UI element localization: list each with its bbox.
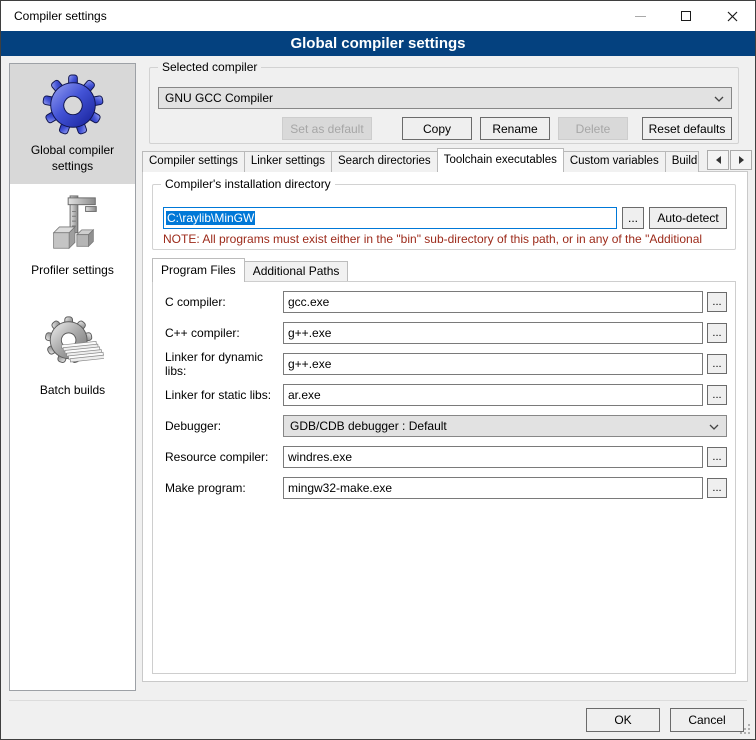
field-label: Make program: — [165, 481, 283, 495]
rename-button[interactable]: Rename — [480, 117, 550, 140]
set-as-default-button[interactable]: Set as default — [282, 117, 372, 140]
arrow-right-icon — [739, 156, 744, 164]
field-row-debugger: Debugger: GDB/CDB debugger : Default — [165, 415, 727, 437]
settings-category-list: Global compiler settings — [9, 63, 136, 691]
tab-additional-paths[interactable]: Additional Paths — [244, 261, 349, 282]
browse-resource-compiler-button[interactable]: ... — [707, 447, 727, 467]
compiler-select-value: GNU GCC Compiler — [165, 91, 273, 105]
field-row-cpp-compiler: C++ compiler: ... — [165, 322, 727, 344]
browse-cpp-compiler-button[interactable]: ... — [707, 323, 727, 343]
settings-tabbar: Compiler settings Linker settings Search… — [142, 148, 708, 172]
debugger-select[interactable]: GDB/CDB debugger : Default — [283, 415, 727, 437]
sidebar-item-profiler-settings[interactable]: Profiler settings — [10, 184, 135, 304]
chevron-down-icon — [714, 96, 724, 102]
debugger-select-value: GDB/CDB debugger : Default — [290, 419, 447, 433]
tab-linker-settings[interactable]: Linker settings — [244, 151, 332, 172]
dialog-header-title: Global compiler settings — [1, 31, 755, 56]
auto-detect-button[interactable]: Auto-detect — [649, 207, 727, 229]
close-button[interactable] — [709, 1, 755, 31]
tab-program-files[interactable]: Program Files — [152, 258, 245, 282]
ok-button[interactable]: OK — [586, 708, 660, 732]
tab-scroll-left-button[interactable] — [707, 150, 729, 170]
browse-linker-static-button[interactable]: ... — [707, 385, 727, 405]
program-files-page: C compiler: ... C++ compiler: ... Linker… — [152, 281, 736, 674]
tab-scroll-buttons — [707, 150, 752, 170]
maximize-icon — [681, 11, 691, 21]
field-label: Linker for dynamic libs: — [165, 350, 283, 378]
arrow-left-icon — [716, 156, 721, 164]
reset-defaults-button[interactable]: Reset defaults — [642, 117, 732, 140]
cpp-compiler-input[interactable] — [283, 322, 703, 344]
tab-toolchain-executables[interactable]: Toolchain executables — [437, 148, 564, 172]
compiler-settings-dialog: Compiler settings Global compiler settin… — [0, 0, 756, 740]
compiler-select[interactable]: GNU GCC Compiler — [158, 87, 732, 109]
field-row-c-compiler: C compiler: ... — [165, 291, 727, 313]
minimize-button[interactable] — [617, 1, 663, 31]
field-label: Debugger: — [165, 419, 283, 433]
sidebar-item-label: Global compiler settings — [10, 143, 135, 174]
delete-button[interactable]: Delete — [558, 117, 628, 140]
field-row-linker-static: Linker for static libs: ... — [165, 384, 727, 406]
tab-scroll-right-button[interactable] — [730, 150, 752, 170]
bin-subdirectory-note: NOTE: All programs must exist either in … — [163, 232, 733, 246]
sidebar-item-label: Profiler settings — [25, 263, 120, 279]
sidebar-item-global-compiler-settings[interactable]: Global compiler settings — [10, 64, 135, 184]
installation-directory-value: C:\raylib\MinGW — [166, 211, 255, 225]
footer-separator — [9, 700, 747, 701]
close-icon — [727, 11, 738, 22]
linker-static-input[interactable] — [283, 384, 703, 406]
window-title: Compiler settings — [14, 9, 107, 23]
make-program-input[interactable] — [283, 477, 703, 499]
field-row-linker-dynamic: Linker for dynamic libs: ... — [165, 353, 727, 375]
tab-build-options[interactable]: Build options — [665, 151, 699, 172]
field-label: C compiler: — [165, 295, 283, 309]
cancel-button[interactable]: Cancel — [670, 708, 744, 732]
titlebar: Compiler settings — [1, 1, 755, 31]
resize-grip[interactable] — [740, 724, 752, 736]
field-label: Resource compiler: — [165, 450, 283, 464]
resource-compiler-input[interactable] — [283, 446, 703, 468]
tab-custom-variables[interactable]: Custom variables — [563, 151, 666, 172]
caliper-icon — [42, 194, 104, 256]
tab-search-directories[interactable]: Search directories — [331, 151, 438, 172]
maximize-button[interactable] — [663, 1, 709, 31]
c-compiler-input[interactable] — [283, 291, 703, 313]
copy-button[interactable]: Copy — [402, 117, 472, 140]
installation-directory-group: Compiler's installation directory C:\ray… — [152, 184, 736, 250]
browse-c-compiler-button[interactable]: ... — [707, 292, 727, 312]
sidebar-item-batch-builds[interactable]: Batch builds — [10, 304, 135, 424]
field-row-resource-compiler: Resource compiler: ... — [165, 446, 727, 468]
selected-compiler-group: Selected compiler GNU GCC Compiler Set a… — [149, 67, 739, 144]
field-label: Linker for static libs: — [165, 388, 283, 402]
linker-dynamic-input[interactable] — [283, 353, 703, 375]
group-legend: Selected compiler — [158, 60, 261, 74]
program-files-tabbar: Program Files Additional Paths — [152, 258, 348, 282]
browse-make-program-button[interactable]: ... — [707, 478, 727, 498]
toolchain-executables-page: Compiler's installation directory C:\ray… — [142, 171, 748, 682]
tab-compiler-settings[interactable]: Compiler settings — [142, 151, 245, 172]
installation-directory-input[interactable]: C:\raylib\MinGW — [163, 207, 617, 229]
gear-blue-icon — [42, 74, 104, 136]
field-row-make-program: Make program: ... — [165, 477, 727, 499]
browse-linker-dynamic-button[interactable]: ... — [707, 354, 727, 374]
gear-stack-icon — [42, 314, 104, 376]
field-label: C++ compiler: — [165, 326, 283, 340]
sidebar-item-label: Batch builds — [34, 383, 111, 399]
chevron-down-icon — [709, 424, 719, 430]
browse-directory-button[interactable]: ... — [622, 207, 644, 229]
group-legend: Compiler's installation directory — [161, 177, 335, 191]
minimize-icon — [635, 16, 646, 17]
